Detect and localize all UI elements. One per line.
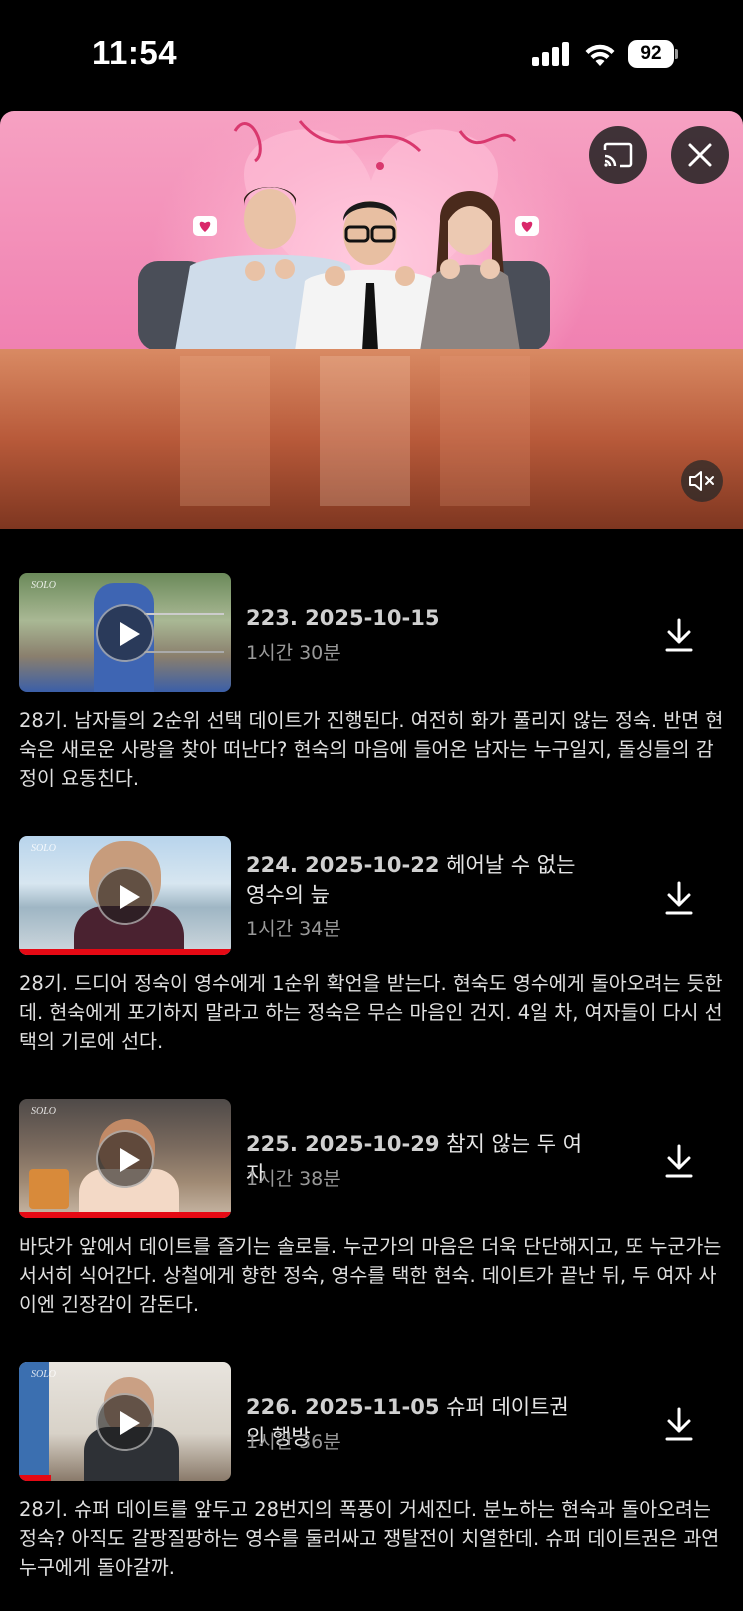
status-bar: 11:54 92 [0, 0, 743, 108]
download-icon[interactable] [664, 1407, 694, 1441]
episode-number-date: 224. 2025-10-22 [246, 853, 440, 877]
close-icon [688, 143, 712, 167]
episode-duration: 1시간 30분 [246, 642, 341, 664]
preview-player[interactable] [0, 111, 743, 529]
episode-thumbnail[interactable]: SOLO [19, 1099, 231, 1218]
wifi-icon [585, 44, 615, 66]
download-icon[interactable] [664, 881, 694, 915]
cast-icon [603, 142, 633, 168]
battery-level: 92 [628, 40, 674, 68]
muted-speaker-icon [689, 471, 714, 491]
play-icon [96, 867, 154, 925]
episode-description: 28기. 남자들의 2순위 선택 데이트가 진행된다. 여전히 화가 풀리지 않… [19, 709, 724, 790]
cast-button[interactable] [589, 126, 647, 184]
episode-description: 바닷가 앞에서 데이트를 즐기는 솔로들. 누군가의 마음은 더욱 단단해지고,… [19, 1235, 722, 1316]
episode-duration: 1시간 38분 [246, 1168, 341, 1190]
episode-thumbnail[interactable]: SOLO [19, 573, 231, 692]
episode-duration: 1시간 34분 [246, 918, 341, 940]
episode-title: 224. 2025-10-22 헤어날 수 없는 영수의 늪 [246, 850, 586, 910]
download-icon[interactable] [664, 618, 694, 652]
episode-duration: 1시간 36분 [246, 1431, 341, 1453]
show-logo: SOLO [31, 1369, 57, 1380]
play-icon [96, 1130, 154, 1188]
episode-thumbnail[interactable]: SOLO [19, 1362, 231, 1481]
cellular-signal-icon [532, 42, 572, 66]
watch-progress-bar [19, 949, 231, 955]
show-logo: SOLO [31, 580, 57, 591]
clock: 11:54 [92, 34, 178, 71]
episode-number-date: 226. 2025-11-05 [246, 1395, 440, 1419]
close-button[interactable] [671, 126, 729, 184]
download-icon[interactable] [664, 1144, 694, 1178]
mute-toggle-button[interactable] [681, 460, 723, 502]
episode-number-date: 223. 2025-10-15 [246, 606, 440, 630]
watch-progress-bar [19, 1475, 51, 1481]
episode-number-date: 225. 2025-10-29 [246, 1132, 440, 1156]
play-icon [96, 1393, 154, 1451]
show-logo: SOLO [31, 1106, 57, 1117]
episode-description: 28기. 슈퍼 데이트를 앞두고 28번지의 폭풍이 거세진다. 분노하는 현숙… [19, 1498, 720, 1579]
battery-icon: 92 [628, 40, 678, 68]
play-icon [96, 604, 154, 662]
show-logo: SOLO [31, 843, 57, 854]
episode-title: 223. 2025-10-15 [246, 603, 586, 633]
episode-description: 28기. 드디어 정숙이 영수에게 1순위 확언을 받는다. 현숙도 영수에게 … [19, 972, 723, 1053]
watch-progress-bar [19, 1212, 231, 1218]
episode-thumbnail[interactable]: SOLO [19, 836, 231, 955]
